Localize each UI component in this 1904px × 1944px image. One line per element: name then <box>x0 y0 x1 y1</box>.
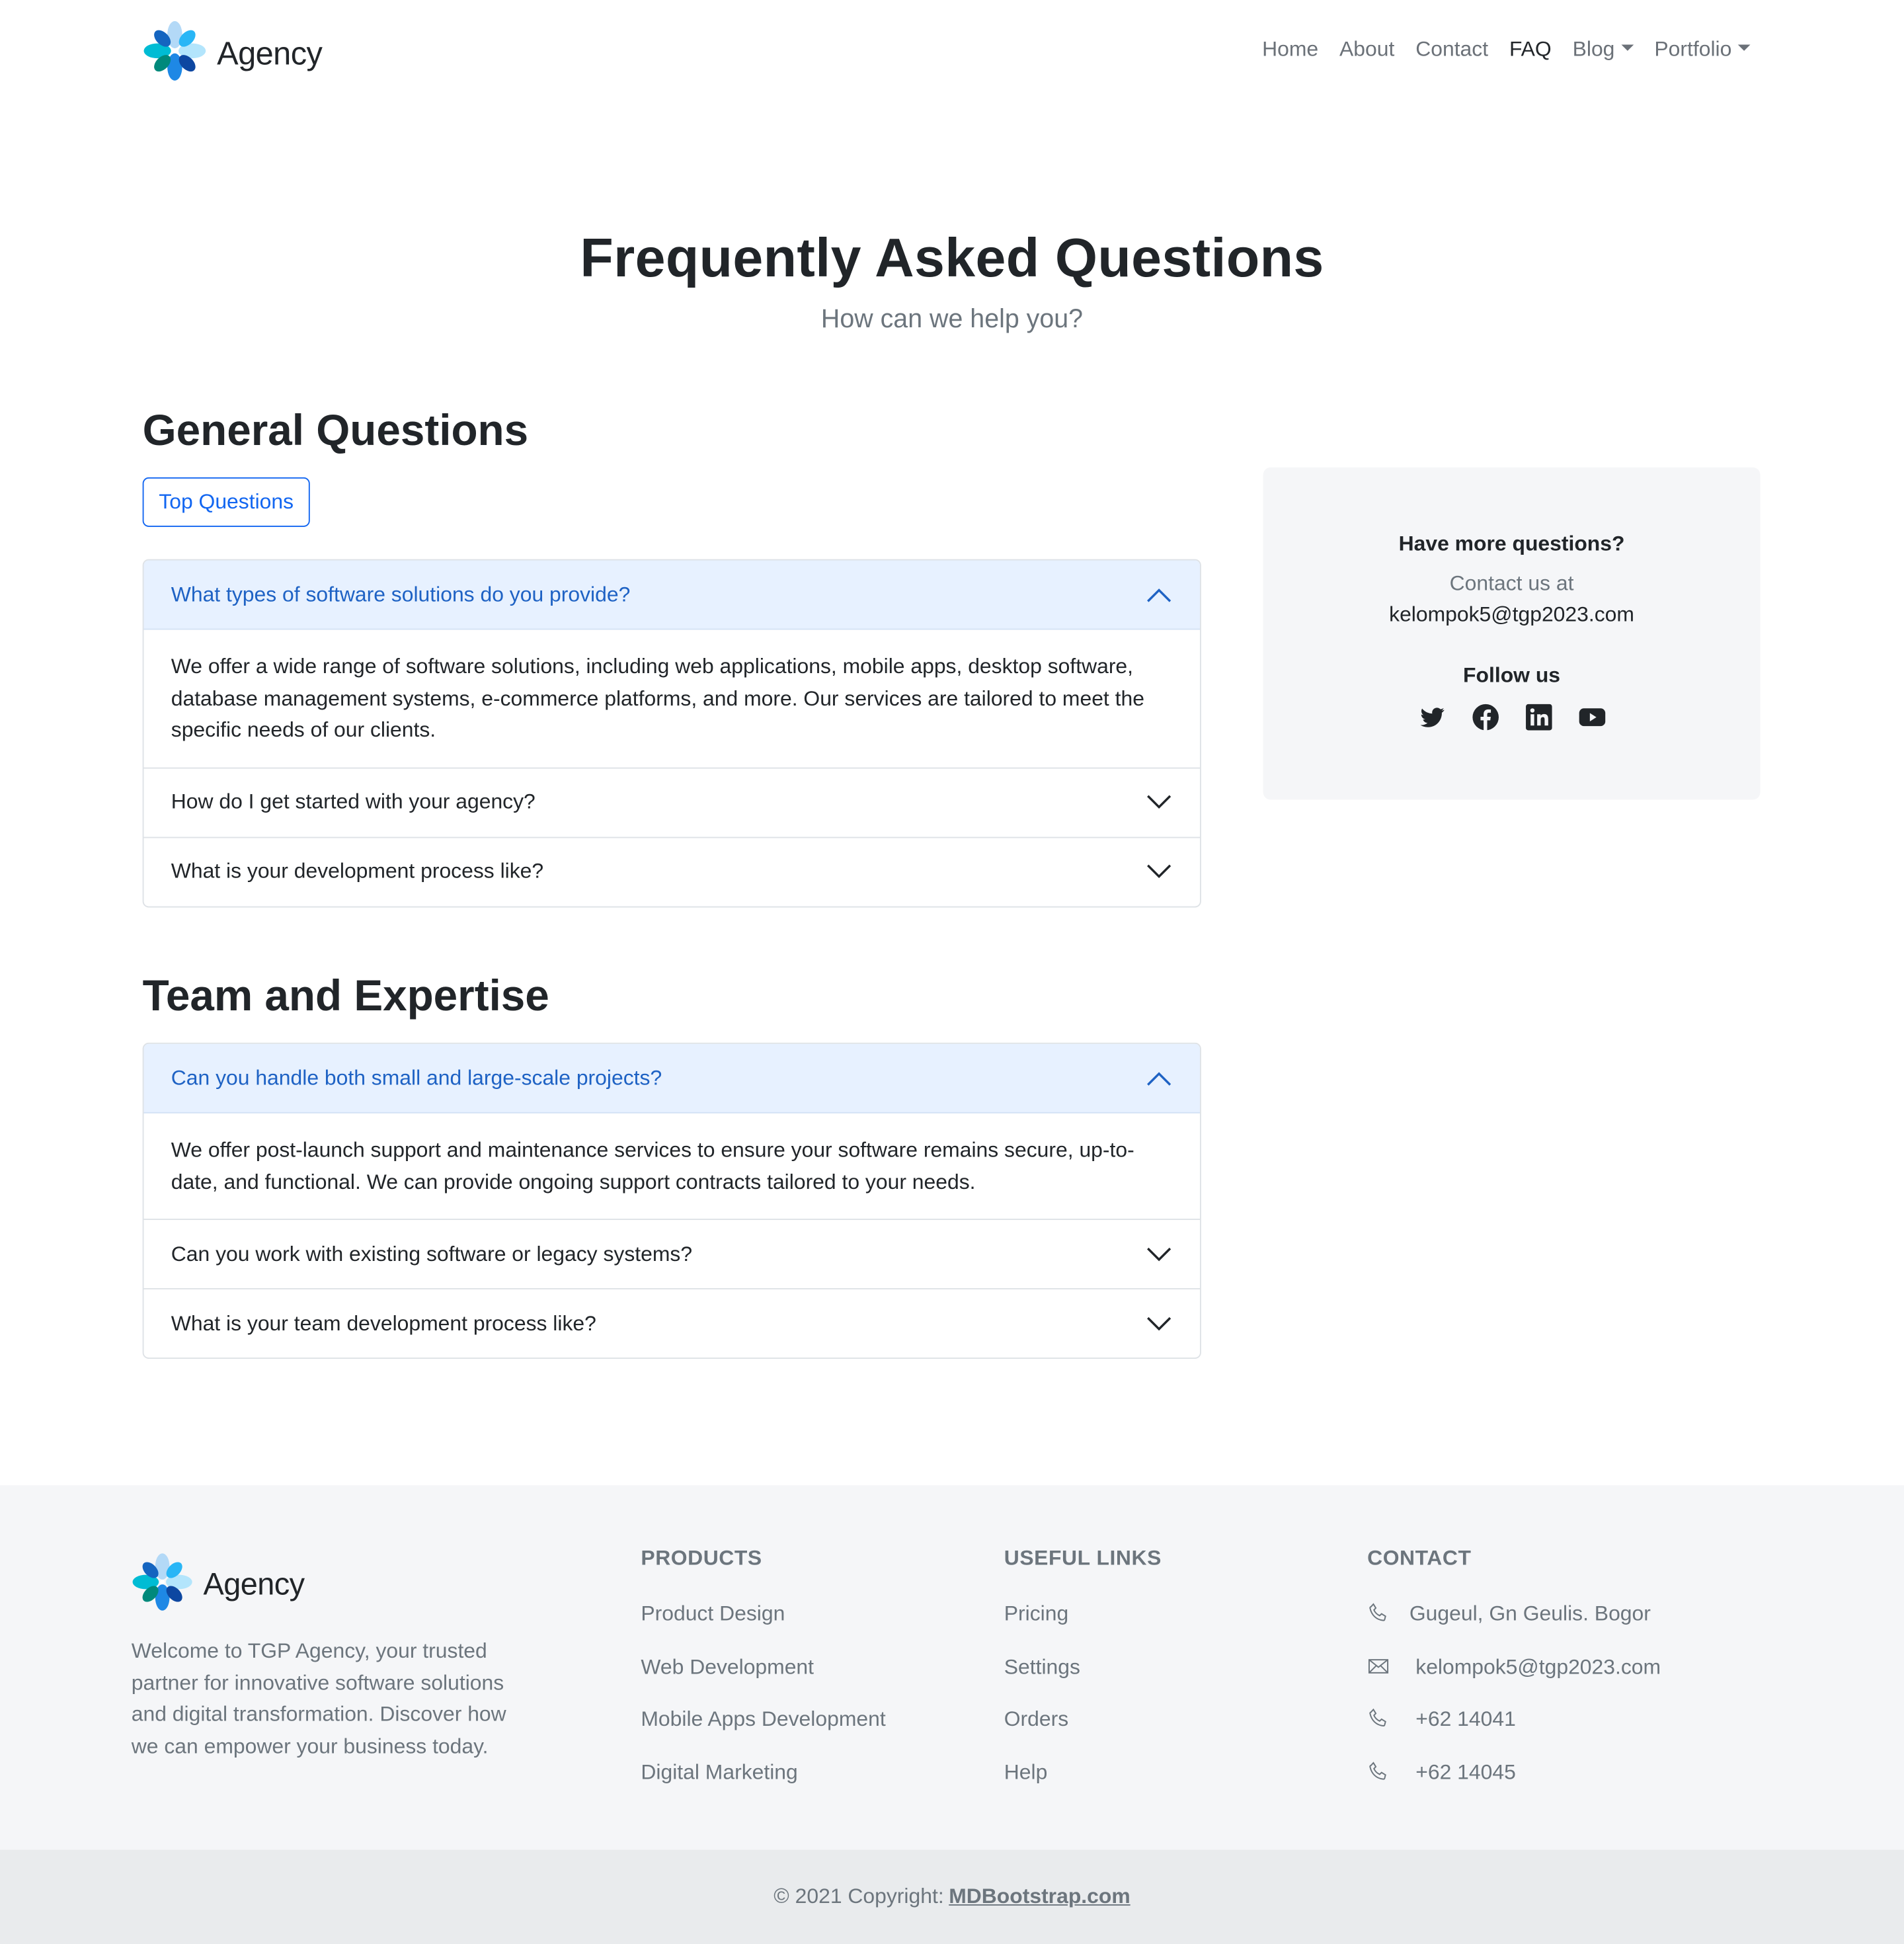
footer-contact-item: +62 14045 <box>1367 1757 1661 1788</box>
footer-contact: CONTACT Gugeul, Gn Geulis. Bogor kelompo… <box>1367 1546 1661 1788</box>
footer-useful-links: USEFUL LINKS Pricing Settings Orders Hel… <box>1004 1546 1162 1788</box>
caret-down-icon <box>1737 44 1751 50</box>
top-questions-button[interactable]: Top Questions <box>142 477 310 527</box>
chevron-up-icon <box>1146 581 1173 608</box>
accordion-header[interactable]: What is your development process like? <box>144 838 1201 906</box>
copyright-bar: © 2021 Copyright: MDBootstrap.com <box>0 1849 1904 1944</box>
footer-link[interactable]: Orders <box>1004 1704 1162 1735</box>
social-links <box>1263 703 1761 731</box>
team-expertise-heading: Team and Expertise <box>142 972 549 1021</box>
footer-useful-title: USEFUL LINKS <box>1004 1546 1162 1570</box>
chevron-down-icon <box>1146 789 1173 816</box>
accordion-question: What is your team development process li… <box>171 1311 596 1335</box>
contact-card-heading: Have more questions? <box>1398 532 1625 555</box>
twitter-icon[interactable] <box>1417 703 1446 731</box>
copyright-link[interactable]: MDBootstrap.com <box>949 1884 1130 1910</box>
nav-menu: Home About Contact FAQ Blog Portfolio <box>1241 37 1751 62</box>
accordion-question: What is your development process like? <box>171 859 544 883</box>
chevron-down-icon <box>1146 1240 1173 1268</box>
phone-icon <box>1367 1602 1392 1627</box>
page-subtitle: How can we help you? <box>820 305 1084 334</box>
footer-contact-item: +62 14041 <box>1367 1704 1661 1735</box>
footer-contact-title: CONTACT <box>1367 1546 1472 1570</box>
accordion-question: Can you handle both small and large-scal… <box>171 1065 662 1090</box>
accordion-item: How do I get started with your agency? <box>143 766 1201 836</box>
agency-logo-icon <box>132 1550 194 1621</box>
team-accordion: Can you handle both small and large-scal… <box>142 1042 1201 1359</box>
agency-logo-icon <box>143 17 208 91</box>
footer-link[interactable]: Settings <box>1004 1652 1162 1683</box>
chevron-up-icon <box>1146 1065 1173 1092</box>
accordion-question: What types of software solutions do you … <box>171 582 631 606</box>
nav-faq[interactable]: FAQ <box>1509 37 1552 62</box>
footer-contact-text: Gugeul, Gn Geulis. Bogor <box>1409 1601 1651 1626</box>
envelope-icon <box>1367 1654 1392 1680</box>
accordion-item: Can you handle both small and large-scal… <box>143 1043 1200 1219</box>
footer-contact-text: +62 14045 <box>1415 1760 1516 1784</box>
general-accordion: What types of software solutions do you … <box>142 559 1201 907</box>
footer-contact-item: Gugeul, Gn Geulis. Bogor <box>1367 1599 1661 1630</box>
footer-link[interactable]: Mobile Apps Development <box>641 1704 885 1735</box>
brand-name: Agency <box>217 34 323 72</box>
copyright-text: © 2021 Copyright: <box>774 1884 944 1908</box>
accordion-item: What is your team development process li… <box>143 1288 1201 1357</box>
footer-link[interactable]: Pricing <box>1004 1599 1162 1630</box>
footer: Agency Welcome to TGP Agency, your trust… <box>0 1485 1904 1850</box>
accordion-header[interactable]: What types of software solutions do you … <box>143 560 1200 630</box>
caret-down-icon <box>1620 44 1634 50</box>
accordion-item: What is your development process like? <box>143 836 1201 906</box>
footer-products: PRODUCTS Product Design Web Development … <box>641 1546 885 1788</box>
accordion-header[interactable]: How do I get started with your agency? <box>144 768 1201 836</box>
footer-link[interactable]: Help <box>1004 1757 1162 1788</box>
phone-icon <box>1367 1707 1392 1732</box>
accordion-header[interactable]: What is your team development process li… <box>144 1289 1201 1357</box>
accordion-question: How do I get started with your agency? <box>171 790 536 813</box>
nav-portfolio-dropdown[interactable]: Portfolio <box>1654 37 1751 62</box>
contact-card: Have more questions? Contact us at kelom… <box>1263 467 1761 800</box>
footer-products-title: PRODUCTS <box>641 1546 762 1570</box>
nav-about[interactable]: About <box>1339 37 1394 62</box>
accordion-item: What types of software solutions do you … <box>143 560 1200 767</box>
accordion-item: Can you work with existing software or l… <box>143 1219 1201 1288</box>
accordion-answer: We offer post-launch support and mainten… <box>171 1138 1134 1194</box>
footer-link[interactable]: Product Design <box>641 1599 885 1630</box>
accordion-answer: We offer a wide range of software soluti… <box>171 655 1144 742</box>
nav-home[interactable]: Home <box>1262 37 1318 62</box>
nav-blog-label: Blog <box>1572 37 1615 61</box>
footer-link[interactable]: Digital Marketing <box>641 1757 885 1788</box>
footer-description: Welcome to TGP Agency, your trusted part… <box>131 1639 506 1758</box>
linkedin-icon[interactable] <box>1524 703 1552 731</box>
page-title: Frequently Asked Questions <box>580 228 1324 289</box>
nav-portfolio-label: Portfolio <box>1654 37 1732 61</box>
footer-link[interactable]: Web Development <box>641 1652 885 1683</box>
chevron-down-icon <box>1146 1310 1173 1337</box>
facebook-icon[interactable] <box>1471 703 1499 731</box>
accordion-header[interactable]: Can you work with existing software or l… <box>144 1220 1201 1288</box>
navbar: Agency Home About Contact FAQ Blog Portf… <box>0 0 1904 104</box>
footer-contact-text[interactable]: kelompok5@tgp2023.com <box>1415 1654 1661 1680</box>
contact-card-text: Contact us at <box>1449 571 1574 595</box>
nav-blog-dropdown[interactable]: Blog <box>1573 37 1634 62</box>
footer-contact-text: +62 14041 <box>1415 1707 1516 1731</box>
phone-icon <box>1367 1760 1392 1785</box>
youtube-icon[interactable] <box>1577 703 1606 731</box>
footer-brand[interactable]: Agency <box>132 1550 305 1621</box>
general-questions-heading: General Questions <box>142 407 529 456</box>
brand-link[interactable]: Agency <box>143 17 323 91</box>
footer-contact-item: kelompok5@tgp2023.com <box>1367 1652 1661 1683</box>
accordion-question: Can you work with existing software or l… <box>171 1241 693 1266</box>
contact-card-email[interactable]: kelompok5@tgp2023.com <box>1263 602 1761 628</box>
accordion-header[interactable]: Can you handle both small and large-scal… <box>143 1043 1200 1114</box>
follow-us-heading: Follow us <box>1463 663 1561 687</box>
footer-brand-name: Agency <box>203 1567 305 1602</box>
nav-contact[interactable]: Contact <box>1415 37 1488 62</box>
chevron-down-icon <box>1146 858 1173 885</box>
